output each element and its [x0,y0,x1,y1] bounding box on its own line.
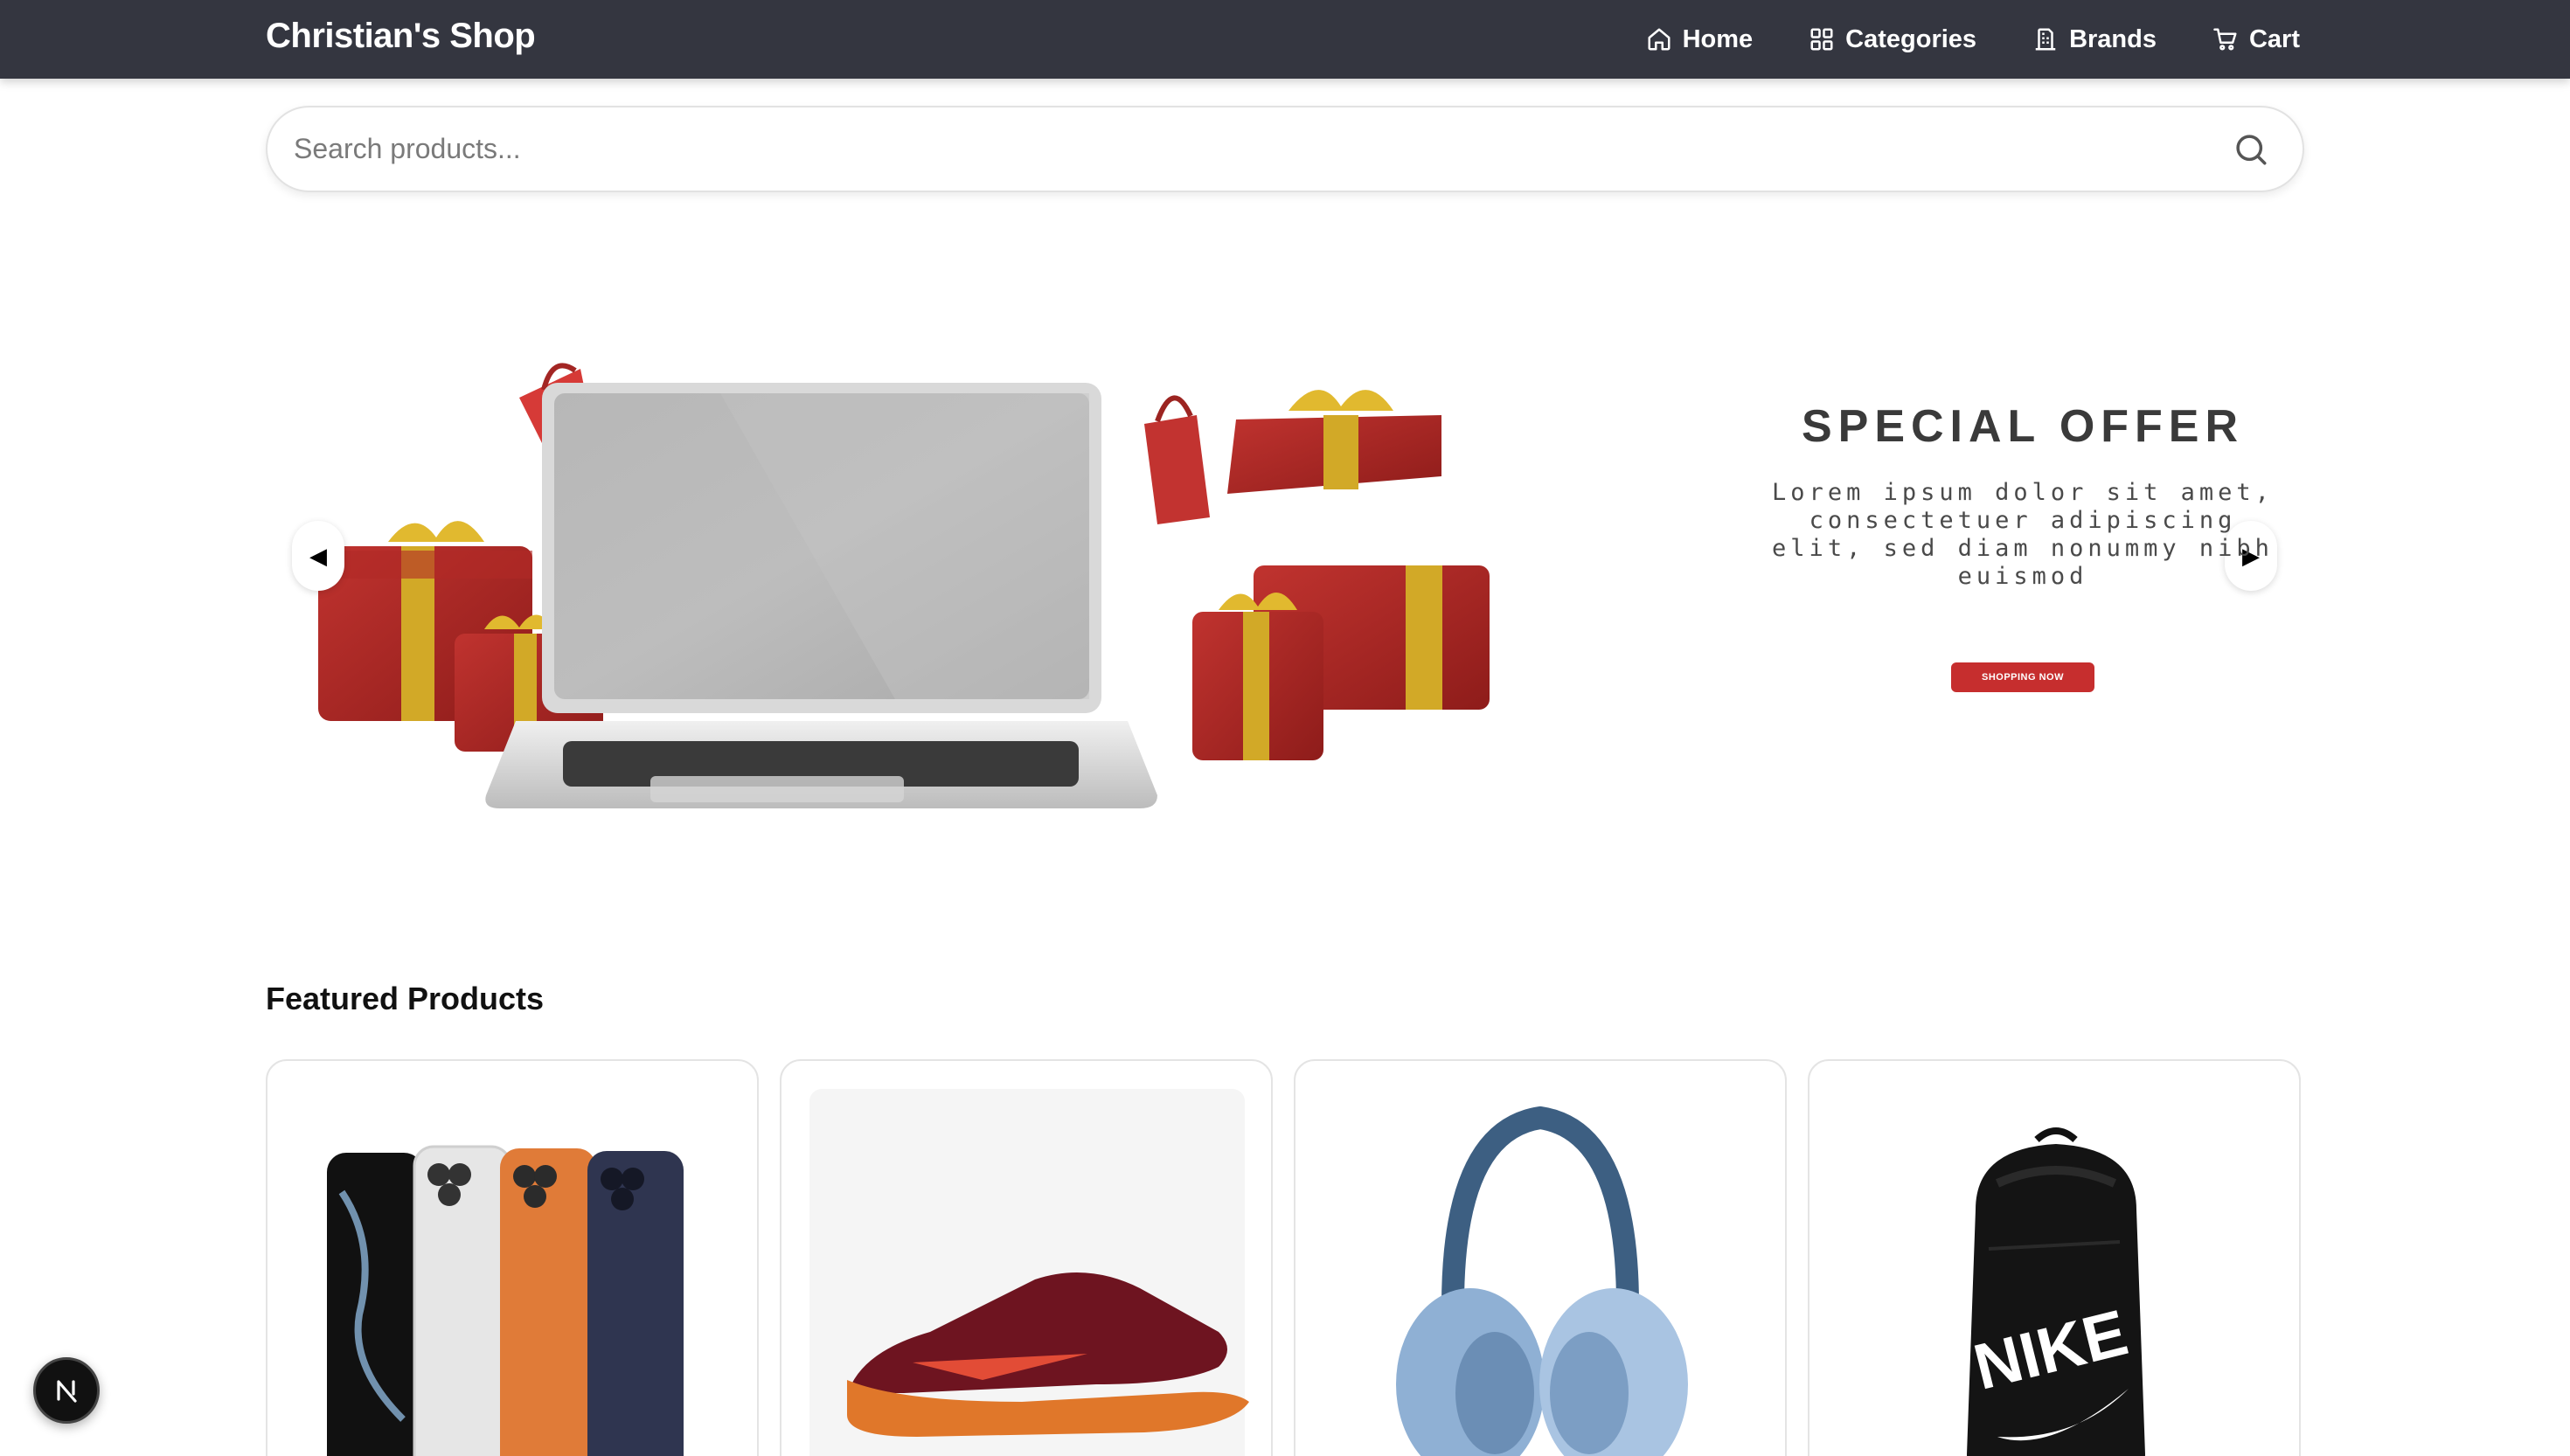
product-image-smartphones [327,1145,684,1456]
product-image-over-ear-headphones [1396,1106,1688,1456]
featured-products-title: Featured Products [266,981,545,1016]
dev-tools-badge[interactable] [33,1357,100,1424]
top-navbar: Christian's Shop Home Categories Brands [0,0,2570,79]
product-grid: NIKE [266,1059,2304,1456]
grid-icon [1810,28,1833,51]
offer-title: SPECIAL OFFER [1801,401,2245,452]
search-input[interactable] [294,107,2199,191]
hero-illustration [318,363,1490,808]
search-bar [266,106,2304,192]
carousel-prev-button[interactable]: ◀ [292,521,344,591]
shopping-bag-icon [1144,395,1210,524]
shopping-now-button[interactable]: SHOPPING NOW [1951,662,2094,692]
nav-cart[interactable]: Cart [2212,25,2300,54]
laptop-image [485,383,1157,808]
product-card[interactable] [1294,1059,1787,1456]
product-image-nike-backpack: NIKE [1967,1127,2145,1456]
product-image-running-shoe [847,1272,1249,1437]
nav-cart-label: Cart [2248,24,2300,53]
home-icon [1648,28,1670,51]
search-icon[interactable] [2233,131,2269,168]
building-icon [2035,28,2056,51]
nav-home-label: Home [1682,24,1754,53]
product-card[interactable] [266,1059,759,1456]
nav-links: Home Categories Brands Cart [1646,0,2300,79]
product-card[interactable] [780,1059,1273,1456]
offer-description: Lorem ipsum dolor sit amet, consectetuer… [1772,479,2274,590]
nav-brands-label: Brands [2069,24,2157,53]
nav-home[interactable]: Home [1646,24,1754,54]
product-card[interactable]: NIKE [1808,1059,2301,1456]
brand-logo[interactable]: Christian's Shop [266,17,536,56]
nav-brands[interactable]: Brands [2032,25,2157,54]
offer-panel: SPECIAL OFFER Lorem ipsum dolor sit amet… [1673,400,2372,692]
hero-carousel: ◀ ▶ SPECIAL OFFER Lorem ipsum dolor sit … [266,262,2304,874]
nav-categories[interactable]: Categories [1809,25,1976,54]
nav-categories-label: Categories [1845,24,1977,53]
next-logo-icon [57,1380,77,1403]
cart-icon [2213,28,2237,51]
gift-box-right [1192,390,1490,760]
